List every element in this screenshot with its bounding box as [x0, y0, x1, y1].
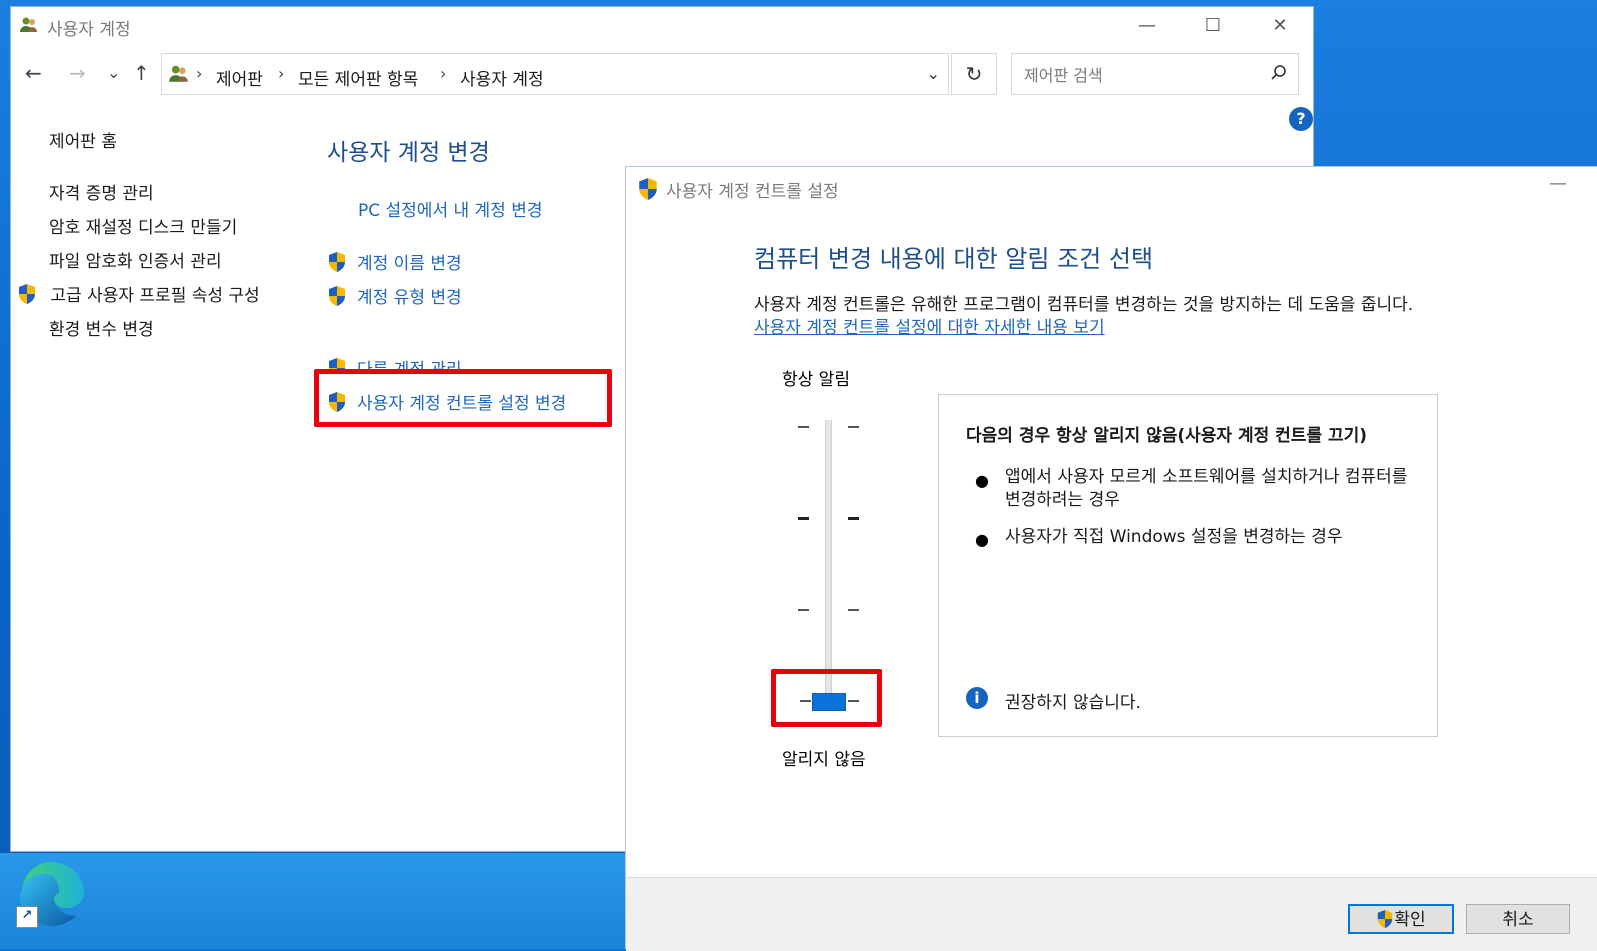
link-manage-other-accounts[interactable]: 다른 계정 관리: [327, 355, 462, 369]
up-arrow-icon[interactable]: ↑: [133, 61, 150, 85]
search-icon[interactable]: [1270, 64, 1288, 82]
slider-tick: [798, 517, 809, 520]
address-dropdown-icon[interactable]: ⌄: [927, 64, 940, 83]
dialog-description: 사용자 계정 컨트롤은 유해한 프로그램이 컴퓨터를 변경하는 것을 방지하는 …: [754, 295, 1414, 315]
uac-shield-icon: [19, 284, 35, 304]
sidebar-item-password-reset-disk[interactable]: 암호 재설정 디스크 만들기: [49, 213, 237, 238]
dialog-title: 사용자 계정 컨트롤 설정: [666, 182, 839, 202]
title-bar: 사용자 계정 — ☐ ✕: [11, 7, 1313, 45]
maximize-button[interactable]: ☐: [1198, 13, 1228, 39]
dialog-minimize-button[interactable]: —: [1549, 173, 1567, 194]
cancel-button[interactable]: 취소: [1466, 904, 1570, 934]
minimize-button[interactable]: —: [1132, 13, 1162, 39]
panel-title: 다음의 경우 항상 알리지 않음(사용자 계정 컨트롤 끄기): [966, 426, 1368, 446]
recent-locations-icon[interactable]: ⌄: [107, 63, 120, 82]
ok-button[interactable]: 확인: [1348, 904, 1454, 934]
shortcut-arrow-icon: ↗: [16, 906, 38, 928]
uac-shield-icon: [329, 286, 345, 306]
sidebar-item-advanced-profile[interactable]: 고급 사용자 프로필 속성 구성: [17, 281, 260, 306]
slider-tick: [848, 517, 859, 520]
uac-shield-icon: [329, 252, 345, 272]
level-description-panel: 다음의 경우 항상 알리지 않음(사용자 계정 컨트롤 끄기) ● 앱에서 사용…: [938, 394, 1438, 737]
sidebar-item-credential-manager[interactable]: 자격 증명 관리: [49, 179, 154, 204]
more-info-link[interactable]: 사용자 계정 컨트롤 설정에 대한 자세한 내용 보기: [754, 313, 1105, 338]
slider-tick: [798, 426, 809, 428]
link-change-account-name[interactable]: 계정 이름 변경: [327, 249, 462, 274]
link-change-account-type[interactable]: 계정 유형 변경: [327, 283, 462, 308]
ok-button-label: 확인: [1394, 910, 1426, 930]
slider-bottom-label: 알리지 않음: [782, 750, 866, 770]
panel-note: 권장하지 않습니다.: [1005, 693, 1141, 713]
uac-shield-icon: [639, 178, 657, 200]
slider-tick: [848, 426, 859, 428]
bullet-icon: ●: [975, 530, 989, 549]
breadcrumb-separator: ›: [278, 64, 285, 83]
breadcrumb-all-items[interactable]: 모든 제어판 항목: [298, 65, 418, 90]
slider-top-label: 항상 알림: [782, 370, 850, 390]
sidebar-item-label: 고급 사용자 프로필 속성 구성: [50, 286, 260, 306]
desktop-strip: [0, 853, 640, 949]
user-accounts-icon: [169, 65, 188, 82]
uac-shield-icon: [1378, 910, 1393, 928]
slider-tick: [798, 609, 809, 611]
breadcrumb-separator: ›: [196, 64, 203, 83]
uac-shield-icon: [329, 358, 345, 369]
navigation-bar: ← → ⌄ ↑ › 제어판 › 모든 제어판 항목 › 사용자 계정 ⌄ ↻: [11, 53, 1313, 97]
page-title: 사용자 계정 변경: [327, 140, 490, 166]
breadcrumb-user-accounts[interactable]: 사용자 계정: [460, 65, 544, 90]
panel-bullet-text: 사용자가 직접 Windows 설정을 변경하는 경우: [1005, 527, 1343, 547]
breadcrumb-control-panel[interactable]: 제어판: [216, 65, 263, 90]
link-label: 계정 유형 변경: [357, 288, 462, 308]
back-arrow-icon[interactable]: ←: [25, 61, 42, 85]
help-icon[interactable]: ?: [1289, 107, 1313, 131]
link-label: 계정 이름 변경: [357, 254, 462, 274]
forward-arrow-icon[interactable]: →: [69, 61, 86, 85]
refresh-button[interactable]: ↻: [951, 53, 997, 95]
uac-settings-dialog: 사용자 계정 컨트롤 설정 — 컴퓨터 변경 내용에 대한 알림 조건 선택 사…: [625, 166, 1597, 951]
sidebar-item-environment-variables[interactable]: 환경 변수 변경: [49, 315, 154, 340]
sidebar-item-file-encryption[interactable]: 파일 암호화 인증서 관리: [49, 247, 222, 272]
link-label: 다른 계정 관리: [357, 360, 462, 369]
sidebar-item-control-panel-home[interactable]: 제어판 홈: [49, 127, 117, 152]
slider-tick: [848, 609, 859, 611]
highlight-box-uac-link: [314, 369, 612, 427]
link-pc-settings-account[interactable]: PC 설정에서 내 계정 변경: [358, 196, 543, 221]
dialog-footer: 확인 취소: [626, 877, 1597, 951]
user-accounts-icon: [20, 17, 37, 32]
close-button[interactable]: ✕: [1265, 13, 1295, 39]
bullet-icon: ●: [975, 471, 989, 490]
dialog-heading: 컴퓨터 변경 내용에 대한 알림 조건 선택: [754, 245, 1154, 273]
highlight-box-slider-thumb: [771, 669, 882, 727]
search-input[interactable]: [1022, 62, 1256, 88]
address-bar[interactable]: › 제어판 › 모든 제어판 항목 › 사용자 계정 ⌄: [161, 53, 949, 95]
breadcrumb-separator: ›: [440, 64, 447, 83]
window-title: 사용자 계정: [47, 20, 131, 40]
info-icon: i: [966, 687, 988, 709]
uac-slider-track[interactable]: [825, 420, 832, 708]
panel-bullet-text: 앱에서 사용자 모르게 소프트웨어를 설치하거나 컴퓨터를 변경하려는 경우: [1005, 467, 1408, 510]
search-box[interactable]: [1011, 53, 1299, 95]
